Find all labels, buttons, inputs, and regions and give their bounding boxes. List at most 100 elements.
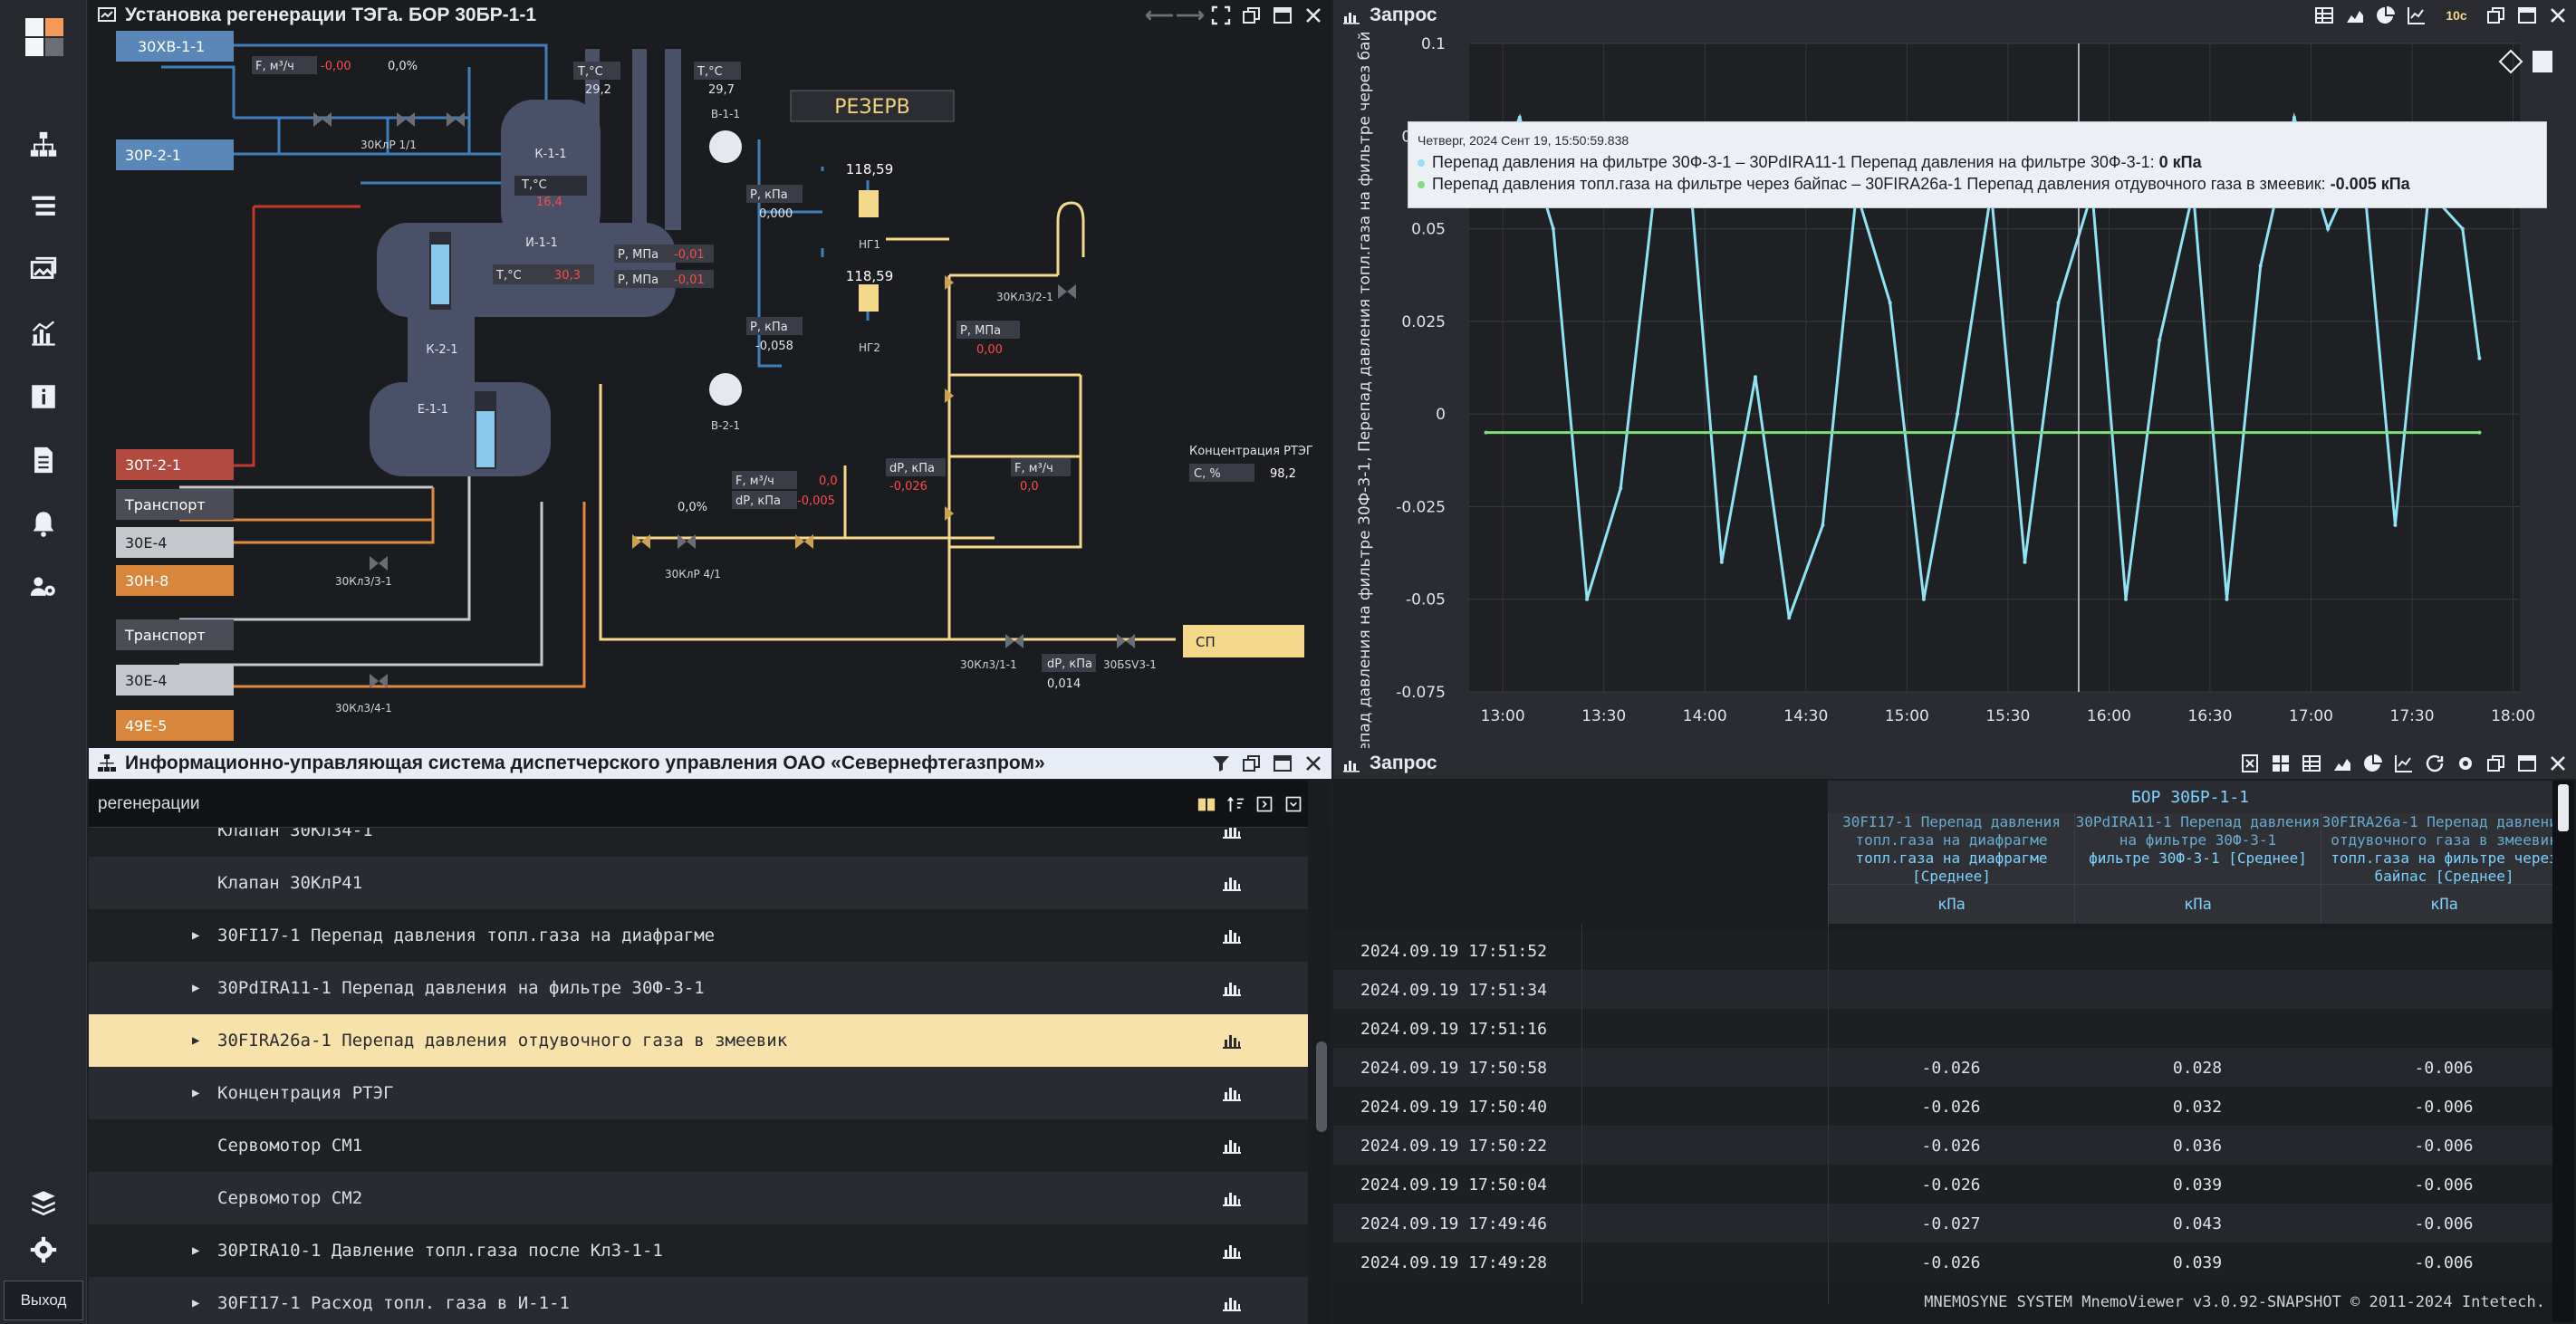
restore-icon[interactable] [1239,3,1264,28]
tree-scrollbar-thumb[interactable] [1316,1041,1327,1132]
expand-arrow-icon[interactable]: ▶ [192,1296,199,1310]
tree-row[interactable]: ▶ Концентрация РТЭГ [89,1067,1308,1119]
refresh-icon[interactable]: 10с [2435,3,2478,28]
sort-icon[interactable] [1225,793,1246,815]
tree-row[interactable]: Сервомотор СМ1 [89,1119,1308,1172]
grid-icon[interactable] [2268,751,2293,776]
close-icon[interactable] [1301,3,1326,28]
users-gear-icon[interactable] [0,560,87,614]
tag-30xv11[interactable]: 30ХВ-1-1 [138,38,205,55]
valve-30klr41[interactable]: 30КлР 4/1 [665,568,721,580]
fullscreen-icon[interactable] [1208,3,1234,28]
refresh-icon[interactable] [2422,751,2447,776]
column-header-3[interactable]: 30FIRA26a-1 Перепад давления отдувочного… [2321,813,2567,884]
expand-arrow-icon[interactable]: ▶ [192,928,199,943]
table-icon[interactable] [2299,751,2324,776]
document-icon[interactable] [0,433,87,487]
tag-30e4-2[interactable]: 30Е-4 [125,672,167,689]
maximize-icon[interactable] [1270,3,1295,28]
pie-chart-icon[interactable] [2360,751,2386,776]
tag-49e5[interactable]: 49Е-5 [125,717,167,734]
images-icon[interactable] [0,243,87,297]
column-header-2[interactable]: 30PdIRA11-1 Перепад давления на фильтре … [2074,813,2321,884]
bar-chart-icon[interactable] [1221,1242,1243,1260]
tree-row[interactable]: ▶ 30FI17-1 Расход топл. газа в И-1-1 [89,1277,1308,1324]
table-row[interactable]: 2024.09.19 17:50:58 -0.026 0.028 -0.006 [1333,1048,2552,1087]
excel-icon[interactable] [2237,751,2263,776]
book-icon[interactable] [1196,793,1217,815]
tree-row[interactable]: ▶ 30PIRA10-1 Давление топл.газа после КлЗ… [89,1224,1308,1277]
layers-icon[interactable] [0,1175,87,1230]
table-row[interactable]: 2024.09.19 17:49:28 -0.026 0.039 -0.006 [1333,1242,2552,1281]
close-icon[interactable] [2545,751,2571,776]
bar-chart-icon[interactable] [1221,1137,1243,1155]
bell-icon[interactable] [0,496,87,551]
settings-icon[interactable] [2453,751,2478,776]
close-icon[interactable] [2545,3,2571,28]
bar-chart-icon[interactable] [1221,979,1243,997]
exit-button[interactable]: Выход [4,1281,83,1320]
cpu-tag[interactable]: СП [1196,634,1216,650]
expand-arrow-icon[interactable]: ▶ [192,1243,199,1258]
forward-icon[interactable]: ⟶ [1176,3,1205,28]
tag-30r21[interactable]: 30Р-2-1 [125,147,181,164]
close-icon[interactable] [1301,751,1326,776]
valve-30kl31[interactable]: 30Кл3/3-1 [335,575,392,588]
table-row[interactable]: 2024.09.19 17:51:52 [1333,931,2552,970]
table-row[interactable]: 2024.09.19 17:50:40 -0.026 0.032 -0.006 [1333,1087,2552,1126]
tree-row[interactable]: Сервомотор СМ2 [89,1172,1308,1224]
valve-30kl311[interactable]: 30Кл3/1-1 [960,658,1017,671]
valve-30klr11[interactable]: 30КлР 1/1 [360,139,417,151]
restore-icon[interactable] [1239,751,1264,776]
bar-chart-icon[interactable] [1221,1031,1243,1050]
tag-transport-1[interactable]: Транспорт [124,496,206,513]
valve-30kl41[interactable]: 30Кл3/4-1 [335,702,392,715]
bar-chart-icon[interactable] [1221,874,1243,892]
column-header-1[interactable]: 30FI17-1 Перепад давления топл.газа на д… [1828,813,2074,884]
bar-chart-icon[interactable] [1221,1294,1243,1312]
dropdown-icon[interactable] [1283,793,1304,815]
gear-icon[interactable] [0,1223,87,1277]
info-icon[interactable] [0,369,87,424]
bar-chart-icon[interactable] [1221,926,1243,945]
tag-transport-2[interactable]: Транспорт [124,627,206,644]
table-icon[interactable] [2312,3,2337,28]
tree-row[interactable]: Клапан 30КлЗ4-1 [89,828,1308,857]
table-scrollbar-thumb[interactable] [2558,784,2569,831]
valve-30bsv31[interactable]: 30БSV3-1 [1103,658,1157,671]
bar-chart-icon[interactable] [1221,1084,1243,1102]
trend-icon[interactable] [2404,3,2429,28]
table-row[interactable]: 2024.09.19 17:51:34 [1333,970,2552,1009]
table-row[interactable]: 2024.09.19 17:51:16 [1333,1009,2552,1048]
hierarchy-icon[interactable] [0,118,87,172]
expand-icon[interactable] [1254,793,1275,815]
tree-row[interactable]: ▶ 30PdIRA11-1 Перепад давления на фильтре… [89,962,1308,1014]
bar-chart-icon[interactable] [1221,1189,1243,1207]
square-icon[interactable] [2533,51,2552,72]
restore-icon[interactable] [2484,751,2509,776]
table-scrollbar[interactable] [2552,781,2574,1322]
tree-scrollbar[interactable] [1313,828,1330,1324]
maximize-icon[interactable] [1270,751,1295,776]
table-row[interactable]: 2024.09.19 17:50:22 -0.026 0.036 -0.006 [1333,1126,2552,1165]
table-row[interactable]: 2024.09.19 17:50:04 -0.026 0.039 -0.006 [1333,1165,2552,1204]
expand-arrow-icon[interactable]: ▶ [192,1086,199,1100]
search-input[interactable]: регенерации [89,781,1308,828]
area-chart-icon[interactable] [2330,751,2355,776]
tag-30e4-1[interactable]: 30Е-4 [125,534,167,552]
area-chart-icon[interactable] [2342,3,2368,28]
tag-30n8[interactable]: 30Н-8 [125,572,168,590]
chart-icon[interactable] [0,306,87,360]
tree-row[interactable]: ▶ 30FI17-1 Перепад давления топл.газа на … [89,909,1308,962]
bar-chart-icon[interactable] [1221,828,1243,839]
maximize-icon[interactable] [2514,751,2540,776]
valve-30kl32[interactable]: 30Кл3/2-1 [996,291,1053,303]
tag-30t21[interactable]: 30Т-2-1 [125,456,181,474]
restore-icon[interactable] [2484,3,2509,28]
pie-chart-icon[interactable] [2373,3,2398,28]
expand-arrow-icon[interactable]: ▶ [192,1033,199,1048]
expand-arrow-icon[interactable]: ▶ [192,981,199,995]
tree-row[interactable]: Клапан 30КлР41 [89,857,1308,909]
filter-icon[interactable] [1208,751,1234,776]
list-icon[interactable] [0,179,87,234]
